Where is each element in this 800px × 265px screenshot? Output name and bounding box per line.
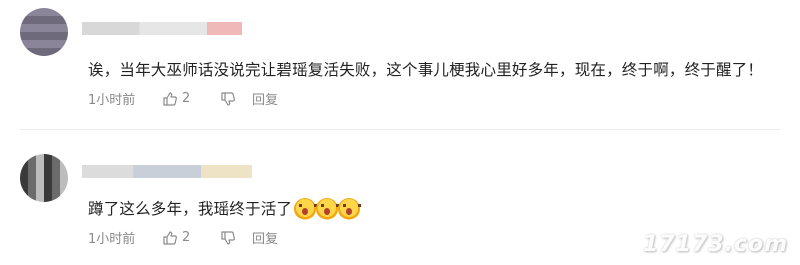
like-button[interactable]: 2 [162,230,220,246]
comment-text-wrap: 蹲了这么多年，我瑶终于活了 [88,197,362,220]
username-blurred[interactable] [82,22,242,35]
shocked-face-emoji-icon [338,198,362,220]
comment-meta: 1小时前 2 回复 [88,89,278,108]
emoji-group [294,198,362,220]
thumbs-down-icon [221,91,235,106]
thumbs-up-icon [163,230,177,245]
username-blurred[interactable] [82,165,252,178]
like-count: 2 [182,91,191,106]
comment-text: 诶，当年大巫师话没说完让碧瑶复活失败，这个事儿梗我心里好多年，现在，终于啊，终于… [88,61,764,79]
dislike-button[interactable] [220,91,252,107]
comment-text: 蹲了这么多年，我瑶终于活了 [88,200,293,218]
comment-meta: 1小时前 2 回复 [88,228,278,247]
divider [20,129,780,130]
avatar[interactable] [20,154,68,202]
reply-button[interactable]: 回复 [252,89,278,108]
thumbs-down-icon [221,230,235,245]
avatar[interactable] [20,8,68,56]
comment-time: 1小时前 [88,93,136,108]
like-count: 2 [182,230,191,245]
thumbs-up-icon [163,91,177,106]
dislike-button[interactable] [220,230,252,246]
shocked-face-emoji-icon [316,198,340,220]
shocked-face-emoji-icon [294,198,318,220]
like-button[interactable]: 2 [162,91,220,107]
reply-button[interactable]: 回复 [252,228,278,247]
comment-time: 1小时前 [88,232,136,247]
watermark: 17173.com [643,232,788,257]
comment-item: 诶，当年大巫师话没说完让碧瑶复活失败，这个事儿梗我心里好多年，现在，终于啊，终于… [0,0,800,128]
